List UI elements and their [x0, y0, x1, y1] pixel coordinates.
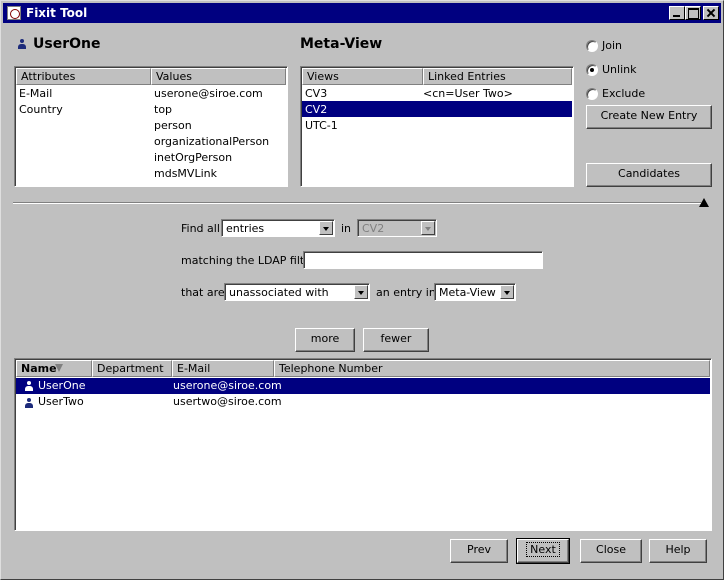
join-label[interactable]: Join: [602, 39, 622, 52]
attribute-value: userone@siroe.com: [154, 87, 263, 100]
association-select[interactable]: unassociated with: [224, 283, 370, 301]
entry-in-label: an entry in: [376, 286, 436, 299]
column-header-views[interactable]: Views: [302, 68, 423, 85]
join-radio[interactable]: [586, 40, 598, 52]
entry-name-heading: UserOne: [33, 36, 101, 52]
chevron-down-icon[interactable]: [500, 285, 514, 299]
attribute-value: inetOrgPerson: [154, 151, 233, 164]
chevron-down-icon[interactable]: [354, 285, 368, 299]
candidates-button[interactable]: Candidates: [586, 163, 712, 187]
ldap-filter-input[interactable]: [303, 251, 543, 269]
help-button[interactable]: Help: [649, 539, 707, 563]
that-are-label: that are: [181, 286, 225, 299]
ldap-filter-label: matching the LDAP filter: [181, 254, 316, 267]
user-icon: [24, 381, 34, 391]
app-icon: [7, 6, 21, 20]
minimize-button[interactable]: [669, 6, 685, 20]
split-divider[interactable]: [13, 202, 701, 204]
find-all-label: Find all: [181, 222, 220, 235]
maximize-button[interactable]: [685, 6, 701, 20]
linked-entry: <cn=User Two>: [423, 87, 513, 100]
column-header-department[interactable]: Department: [92, 360, 172, 377]
close-window-button[interactable]: [703, 6, 719, 20]
column-header-name-label: Name: [21, 362, 57, 375]
find-all-value: entries: [226, 222, 265, 235]
exclude-label[interactable]: Exclude: [602, 87, 645, 100]
close-button[interactable]: Close: [580, 539, 642, 563]
view-row-selected[interactable]: CV2: [302, 101, 572, 117]
sort-descending-icon: [55, 364, 63, 372]
view-name[interactable]: UTC-1: [305, 119, 338, 132]
in-label: in: [341, 222, 352, 235]
title-bar[interactable]: Fixit Tool: [3, 3, 721, 23]
result-name: UserOne: [38, 379, 86, 392]
user-icon: [17, 39, 27, 49]
unlink-label[interactable]: Unlink: [602, 63, 636, 76]
table-row[interactable]: UserTwo usertwo@siroe.com: [16, 394, 710, 410]
window-title: Fixit Tool: [26, 6, 88, 20]
attribute-value: organizationalPerson: [154, 135, 270, 148]
attributes-table[interactable]: Attributes Values E-Mail userone@siroe.c…: [14, 66, 288, 187]
user-icon: [24, 398, 34, 408]
in-select: CV2: [357, 219, 437, 237]
attribute-value: top: [154, 103, 173, 116]
result-email: userone@siroe.com: [173, 379, 282, 392]
exclude-radio[interactable]: [586, 88, 598, 100]
entry-in-value: Meta-View: [439, 286, 496, 299]
column-header-linked-entries[interactable]: Linked Entries: [423, 68, 572, 85]
meta-view-table[interactable]: Views Linked Entries CV3 <cn=User Two> C…: [300, 66, 574, 187]
in-value: CV2: [362, 222, 385, 235]
fewer-button[interactable]: fewer: [363, 328, 429, 352]
chevron-down-icon[interactable]: [319, 221, 333, 235]
more-button[interactable]: more: [295, 328, 355, 352]
results-table[interactable]: Name Department E-Mail Telephone Number …: [14, 358, 712, 531]
next-button[interactable]: Next: [516, 538, 570, 564]
column-header-telephone[interactable]: Telephone Number: [274, 360, 710, 377]
fixit-tool-window: Fixit Tool UserOne Attributes Values E-M…: [0, 0, 724, 580]
view-name[interactable]: CV3: [305, 87, 327, 100]
find-all-select[interactable]: entries: [221, 219, 335, 237]
collapse-arrow-icon[interactable]: [699, 198, 709, 207]
attribute-name: Country: [19, 103, 63, 116]
column-header-values[interactable]: Values: [151, 68, 286, 85]
column-header-email[interactable]: E-Mail: [172, 360, 274, 377]
unlink-radio[interactable]: [586, 64, 598, 76]
attribute-value: mdsMVLink: [154, 167, 217, 180]
association-value: unassociated with: [229, 286, 329, 299]
entry-in-select[interactable]: Meta-View: [434, 283, 516, 301]
attribute-value: person: [154, 119, 192, 132]
result-email: usertwo@siroe.com: [173, 395, 282, 408]
create-new-entry-button[interactable]: Create New Entry: [586, 105, 712, 129]
next-button-label: Next: [526, 542, 560, 557]
chevron-down-icon: [421, 221, 435, 235]
table-row[interactable]: UserOne userone@siroe.com: [16, 378, 710, 394]
attribute-name: E-Mail: [19, 87, 53, 100]
column-header-attributes[interactable]: Attributes: [16, 68, 151, 85]
result-name: UserTwo: [38, 395, 84, 408]
prev-button[interactable]: Prev: [450, 539, 508, 563]
meta-view-heading: Meta-View: [300, 36, 383, 52]
column-header-name[interactable]: Name: [16, 360, 92, 377]
view-name: CV2: [305, 103, 328, 116]
